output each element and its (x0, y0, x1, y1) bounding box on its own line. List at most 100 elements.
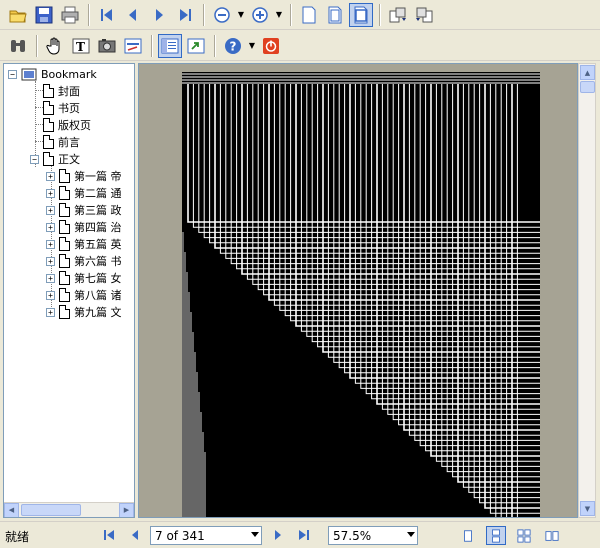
document-vertical-scrollbar[interactable]: ▲ ▼ (578, 63, 596, 518)
bookmark-label: 第九篇 文 (74, 306, 122, 319)
help-dropdown-icon[interactable]: ▼ (247, 34, 257, 58)
continuous-view-icon[interactable] (486, 526, 506, 545)
scroll-left-icon[interactable]: ◀ (4, 502, 19, 517)
fit-page-icon[interactable] (323, 3, 347, 27)
text-select-icon[interactable]: T (69, 34, 93, 58)
expand-icon[interactable]: + (46, 188, 55, 198)
help-icon[interactable]: ? (221, 34, 245, 58)
bookmark-label: 书页 (58, 102, 80, 115)
bookmark-child[interactable]: + 第四篇 治 (46, 219, 122, 235)
expand-icon[interactable]: + (46, 205, 55, 215)
main-toolbar: ▼ ▼ (0, 0, 600, 30)
first-page-icon[interactable] (95, 3, 119, 27)
toolbar-separator (151, 34, 152, 57)
next-page-icon[interactable] (147, 3, 171, 27)
export-icon[interactable] (184, 34, 208, 58)
chevron-down-icon[interactable] (407, 532, 415, 537)
open-icon[interactable] (6, 3, 30, 27)
bookmark-label: 正文 (58, 153, 80, 166)
rotate-clockwise-icon[interactable] (386, 3, 410, 27)
expand-icon[interactable]: + (46, 171, 55, 181)
bookmark-root[interactable]: − Bookmark (8, 66, 97, 82)
continuous-facing-view-icon[interactable] (542, 526, 562, 545)
zoom-combo[interactable]: 57.5% (328, 526, 418, 545)
expand-icon[interactable]: + (46, 256, 55, 266)
collapse-icon[interactable]: − (8, 69, 17, 79)
last-page-icon[interactable] (296, 527, 312, 543)
facing-view-icon[interactable] (514, 526, 534, 545)
bookmark-label: 前言 (58, 136, 80, 149)
zoom-out-dropdown-icon[interactable]: ▼ (236, 3, 246, 27)
page-number-combo[interactable]: 7 of 341 (150, 526, 262, 545)
bookmark-horizontal-scrollbar[interactable]: ◀ ▶ (4, 502, 134, 517)
bookmark-child[interactable]: + 第九篇 文 (46, 304, 122, 320)
bookmark-label: 第七篇 女 (74, 272, 122, 285)
expand-icon[interactable]: + (46, 273, 55, 283)
find-icon[interactable] (6, 34, 30, 58)
tree-line (35, 90, 43, 91)
save-icon[interactable] (32, 3, 56, 27)
scroll-up-icon[interactable]: ▲ (580, 65, 595, 80)
last-page-icon[interactable] (173, 3, 197, 27)
bookmark-label: 第一篇 帝 (74, 170, 122, 183)
bookmark-label: 第三篇 政 (74, 204, 122, 217)
previous-page-icon[interactable] (127, 527, 143, 543)
scroll-down-icon[interactable]: ▼ (580, 501, 595, 516)
bookmark-label: 第八篇 诸 (74, 289, 122, 302)
print-icon[interactable] (58, 3, 82, 27)
collapse-icon[interactable]: − (30, 154, 39, 164)
page-icon (59, 271, 70, 285)
document-page (182, 72, 540, 517)
toolbar-separator (214, 34, 215, 57)
bookmark-child[interactable]: + 第六篇 书 (46, 253, 122, 269)
book-icon (21, 68, 37, 80)
page-render (182, 72, 540, 517)
bookmark-root-label: Bookmark (41, 67, 97, 81)
page-icon (43, 152, 54, 166)
scrollbar-thumb[interactable] (580, 81, 595, 93)
scrollbar-thumb[interactable] (21, 504, 81, 516)
document-view[interactable] (138, 63, 578, 518)
bookmark-child[interactable]: + 第三篇 政 (46, 202, 122, 218)
bookmark-panel-icon[interactable] (158, 33, 182, 58)
zoom-out-icon[interactable] (210, 3, 234, 27)
status-bar: 就绪 7 of 341 57.5% (0, 521, 600, 548)
exit-icon[interactable] (259, 34, 283, 58)
bookmark-child[interactable]: + 第二篇 通 (46, 185, 122, 201)
bookmark-item[interactable]: 前言 (43, 134, 80, 150)
bookmark-label: 版权页 (58, 119, 91, 132)
bookmark-child[interactable]: + 第五篇 英 (46, 236, 122, 252)
page-icon (59, 288, 70, 302)
zoom-in-dropdown-icon[interactable]: ▼ (274, 3, 284, 27)
single-page-view-icon[interactable] (458, 526, 478, 545)
bookmark-item[interactable]: 版权页 (43, 117, 91, 133)
form-icon[interactable] (121, 34, 145, 58)
actual-size-icon[interactable] (297, 3, 321, 27)
previous-page-icon[interactable] (121, 3, 145, 27)
expand-icon[interactable]: + (46, 239, 55, 249)
expand-icon[interactable]: + (46, 290, 55, 300)
fit-width-icon[interactable] (349, 2, 373, 27)
rotate-counterclockwise-icon[interactable] (412, 3, 436, 27)
bookmark-item[interactable]: 封面 (43, 83, 80, 99)
scroll-right-icon[interactable]: ▶ (119, 502, 134, 517)
bookmark-item-main-text[interactable]: − 正文 (30, 151, 80, 167)
bookmark-label: 封面 (58, 85, 80, 98)
tree-line (35, 141, 43, 142)
expand-icon[interactable]: + (46, 222, 55, 232)
snapshot-icon[interactable] (95, 34, 119, 58)
bookmark-child[interactable]: + 第七篇 女 (46, 270, 122, 286)
chevron-down-icon[interactable] (251, 532, 259, 537)
bookmark-item[interactable]: 书页 (43, 100, 80, 116)
first-page-icon[interactable] (101, 527, 117, 543)
zoom-in-icon[interactable] (248, 3, 272, 27)
expand-icon[interactable]: + (46, 307, 55, 317)
hand-tool-icon[interactable] (43, 34, 67, 58)
page-icon (59, 169, 70, 183)
page-indicator: 7 of 341 (155, 528, 205, 543)
bookmark-child[interactable]: + 第一篇 帝 (46, 168, 122, 184)
status-text: 就绪 (5, 530, 30, 544)
next-page-icon[interactable] (270, 527, 286, 543)
bookmark-child[interactable]: + 第八篇 诸 (46, 287, 122, 303)
zoom-value: 57.5% (333, 528, 372, 543)
